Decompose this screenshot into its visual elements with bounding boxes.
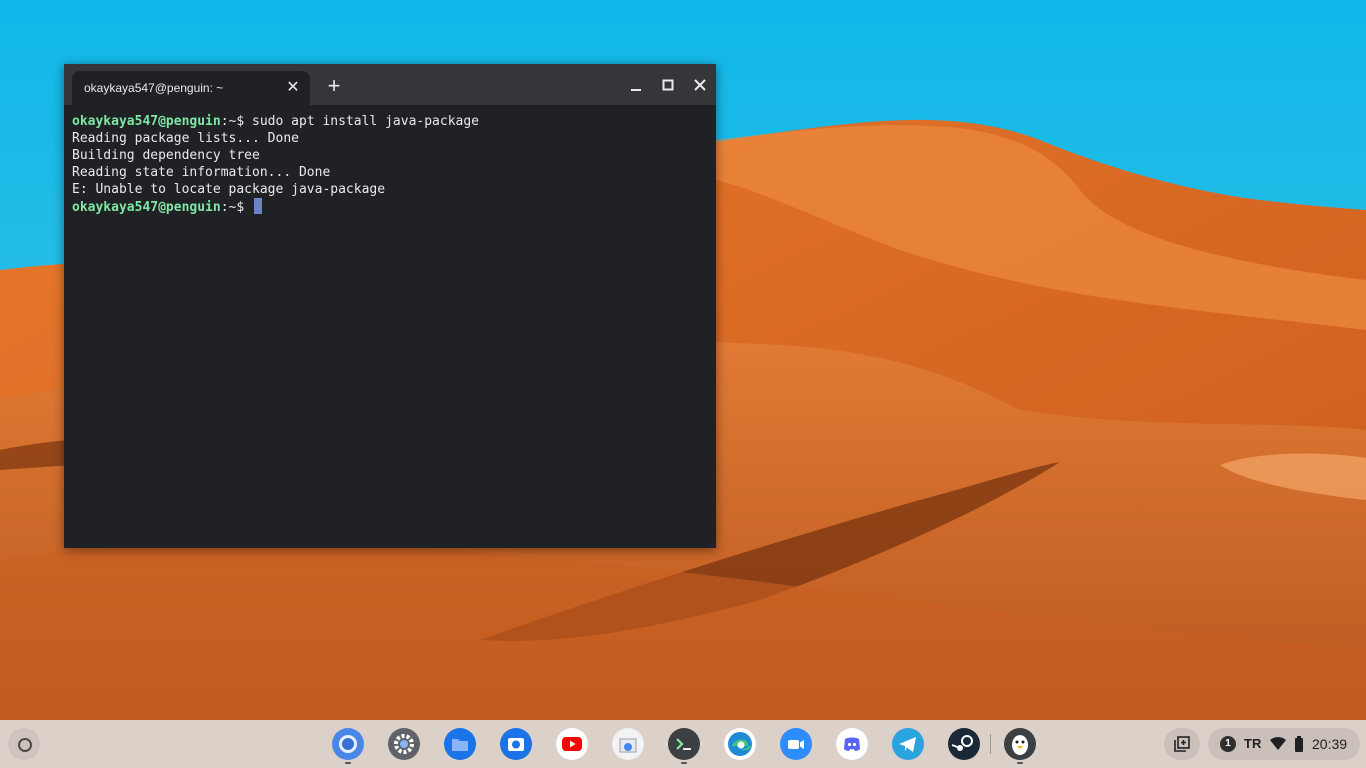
minimize-icon: [631, 89, 641, 91]
wifi-icon: [1270, 737, 1286, 750]
steam-icon[interactable]: [948, 728, 980, 760]
youtube-icon[interactable]: [556, 728, 588, 760]
terminal-window: okaykaya547@penguin: ~ ✕ + okaykaya547@p…: [64, 64, 716, 548]
close-button[interactable]: [689, 74, 711, 96]
output-line: Building dependency tree: [72, 148, 260, 163]
discord-icon[interactable]: [836, 728, 868, 760]
status-tray[interactable]: 1 TR 20:39: [1208, 728, 1360, 760]
minimize-button[interactable]: [625, 74, 647, 96]
web-store-icon[interactable]: [612, 728, 644, 760]
files-icon[interactable]: [444, 728, 476, 760]
input-method[interactable]: TR: [1244, 736, 1261, 752]
shelf: 1 TR 20:39: [0, 720, 1366, 768]
launcher-button[interactable]: [8, 728, 40, 760]
clock[interactable]: 20:39: [1312, 736, 1347, 752]
tab-terminal[interactable]: okaykaya547@penguin: ~ ✕: [72, 71, 310, 105]
output-line: Reading state information... Done: [72, 165, 331, 180]
maximize-icon: [662, 79, 674, 91]
edge-icon[interactable]: [724, 728, 756, 760]
prompt-user: okaykaya547@penguin: [72, 200, 221, 215]
chrome-icon[interactable]: [332, 728, 364, 760]
running-indicator: [345, 762, 351, 764]
notification-count[interactable]: 1: [1220, 736, 1236, 752]
terminal-output[interactable]: okaykaya547@penguin:~$ sudo apt install …: [64, 105, 716, 548]
maximize-button[interactable]: [657, 74, 679, 96]
battery-icon: [1295, 736, 1303, 752]
prompt-path: :~$: [220, 114, 253, 129]
close-icon: [694, 79, 706, 91]
error-line: E: Unable to locate package java-package: [72, 182, 386, 197]
telegram-icon[interactable]: [892, 728, 924, 760]
tab-title: okaykaya547@penguin: ~: [84, 81, 224, 95]
prompt-path: :~$: [220, 200, 253, 215]
command-line: okaykaya547@penguin:~$ sudo apt install …: [72, 113, 708, 130]
prompt-user: okaykaya547@penguin: [72, 114, 221, 129]
camera-icon[interactable]: [500, 728, 532, 760]
command-text: sudo apt install java-package: [252, 114, 480, 129]
running-indicator: [681, 762, 687, 764]
running-indicator: [1017, 762, 1023, 764]
text-cursor: [254, 198, 263, 214]
settings-icon[interactable]: [388, 728, 420, 760]
terminal-icon[interactable]: [668, 728, 700, 760]
tab-close-icon[interactable]: ✕: [284, 79, 302, 97]
holding-space-icon: [1174, 736, 1190, 752]
window-titlebar[interactable]: okaykaya547@penguin: ~ ✕ +: [64, 64, 716, 105]
launcher-icon: [18, 738, 32, 752]
holding-space-button[interactable]: [1164, 728, 1200, 760]
output-line: Reading package lists... Done: [72, 131, 299, 146]
penguin-icon[interactable]: [1004, 728, 1036, 760]
prompt-line: okaykaya547@penguin:~$: [72, 198, 708, 215]
zoom-icon[interactable]: [780, 728, 812, 760]
shelf-divider: [990, 734, 991, 754]
new-tab-button[interactable]: +: [324, 75, 344, 97]
